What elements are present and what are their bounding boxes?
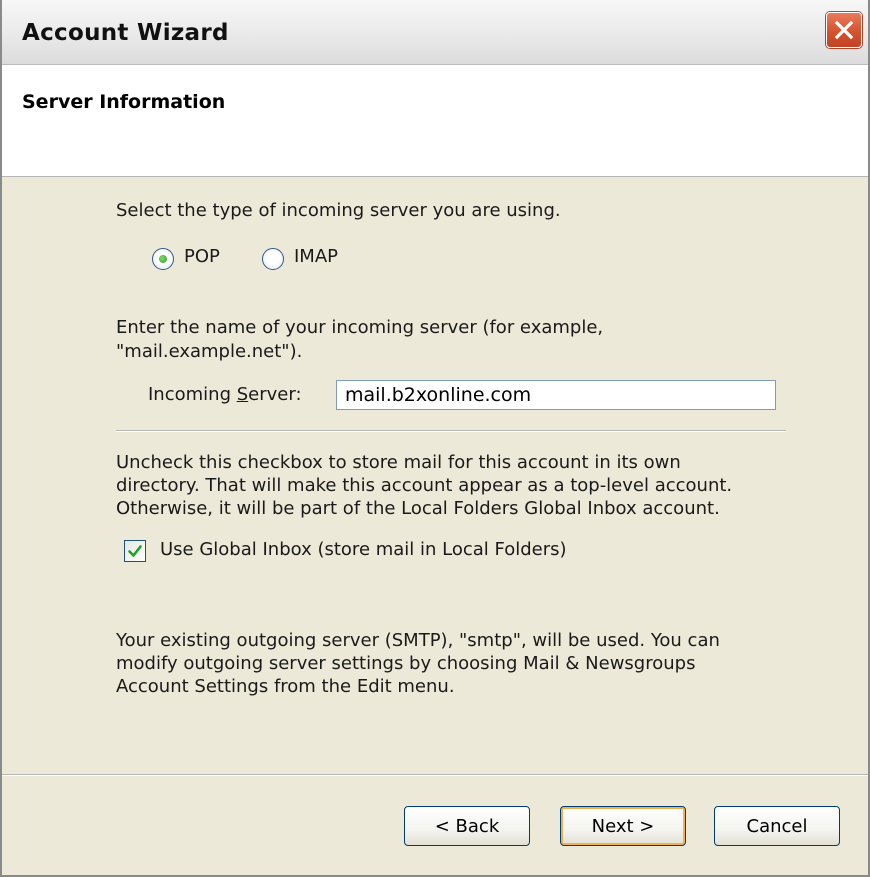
next-button[interactable]: Next > [560,806,686,846]
incoming-server-label-post: erver: [248,384,302,405]
close-icon [834,20,854,40]
incoming-server-input[interactable] [336,380,776,410]
incoming-server-label-accelerator: S [236,384,249,405]
radio-pop[interactable] [152,248,174,270]
outgoing-info-line1: Your existing outgoing server (SMTP), "s… [116,630,720,651]
incoming-server-label: Incoming Server: [148,384,302,405]
title-bar[interactable]: Account Wizard [2,0,868,65]
use-global-inbox-label[interactable]: Use Global Inbox (store mail in Local Fo… [160,539,567,560]
page-title: Server Information [22,91,226,113]
cancel-button[interactable]: Cancel [714,806,840,846]
button-bar-divider [2,774,868,776]
incoming-server-label-pre: Incoming [148,384,237,405]
use-global-inbox-checkbox[interactable] [124,540,146,562]
incoming-server-prompt-line2: "mail.example.net"). [116,341,303,362]
account-wizard-window: Account Wizard Server Information Select… [0,0,870,877]
global-inbox-info-line1: Uncheck this checkbox to store mail for … [116,452,681,473]
outgoing-info-line3: Account Settings from the Edit menu. [116,676,455,697]
incoming-server-prompt-line1: Enter the name of your incoming server (… [116,317,604,338]
global-inbox-info-line2: directory. That will make this account a… [116,475,733,496]
window-title: Account Wizard [22,20,229,46]
outgoing-info-line2: modify outgoing server settings by choos… [116,653,696,674]
section-divider [116,430,786,432]
wizard-header: Server Information [2,65,868,177]
radio-selected-dot [159,255,167,263]
checkmark-icon [128,545,142,557]
radio-pop-label[interactable]: POP [184,246,220,267]
radio-imap[interactable] [262,248,284,270]
server-type-prompt: Select the type of incoming server you a… [116,200,561,221]
radio-imap-label[interactable]: IMAP [294,246,338,267]
global-inbox-info-line3: Otherwise, it will be part of the Local … [116,498,720,519]
back-button[interactable]: < Back [404,806,530,846]
close-button[interactable] [826,12,862,48]
